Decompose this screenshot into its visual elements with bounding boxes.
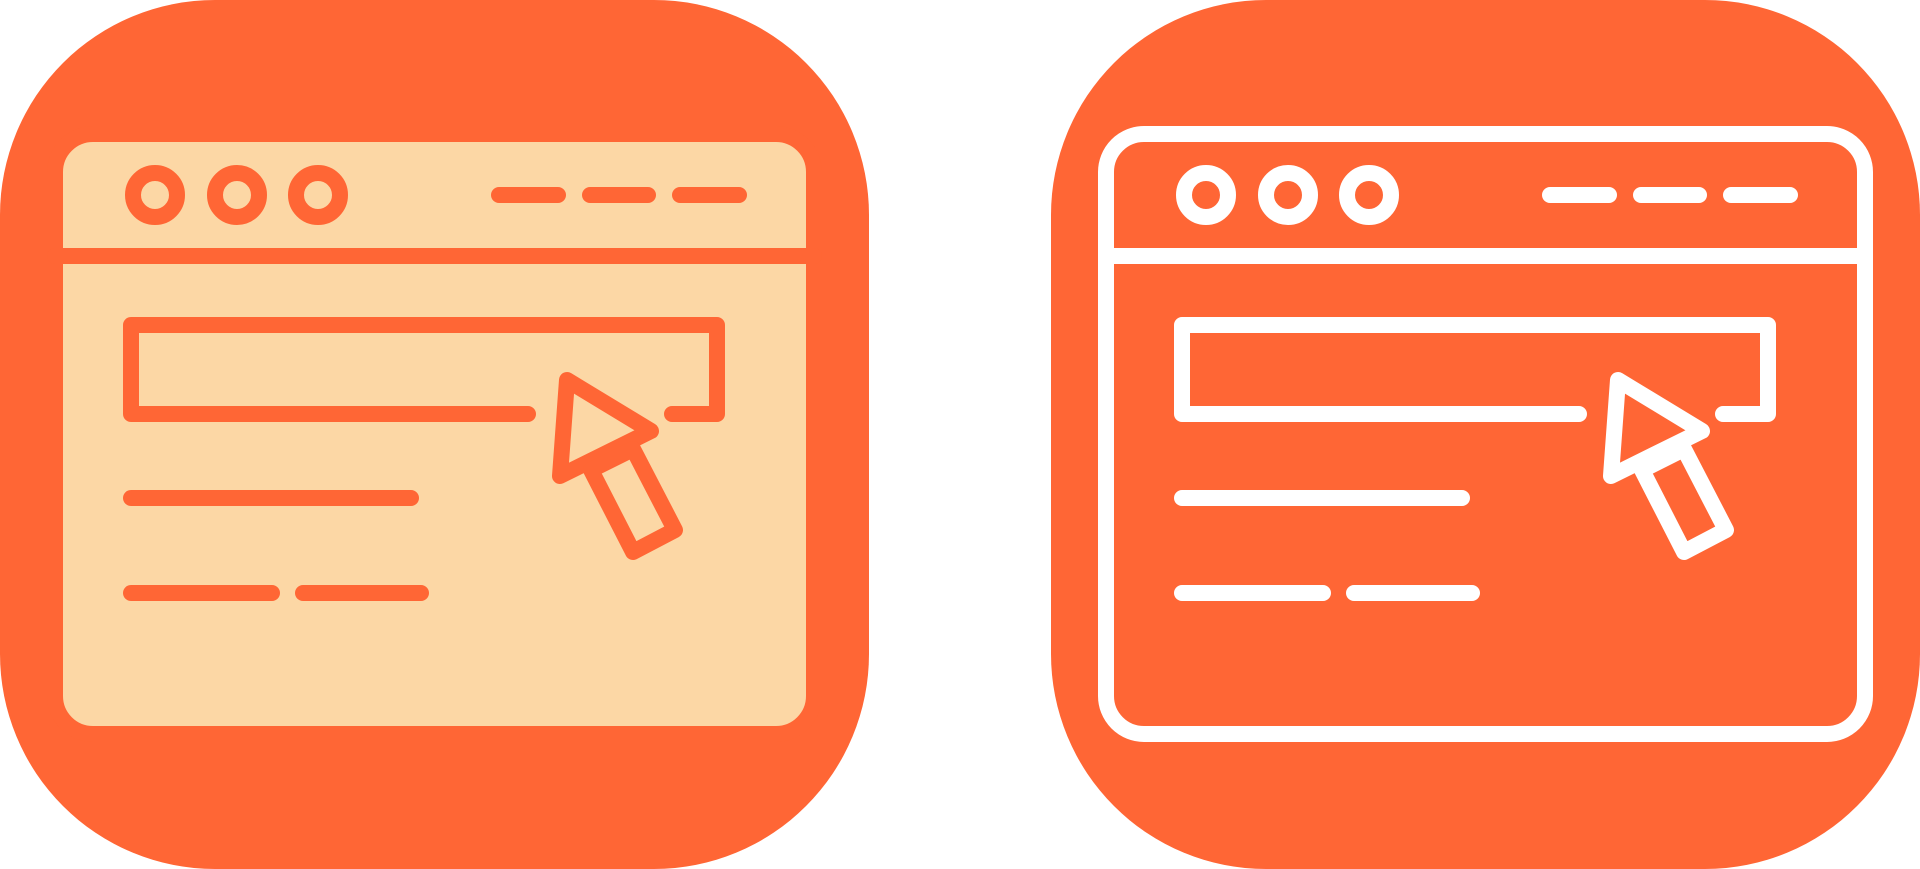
window-frame xyxy=(47,126,822,742)
icon-set xyxy=(0,0,1920,869)
browser-window-click-icon xyxy=(1051,0,1920,869)
window-frame xyxy=(1098,126,1873,742)
browser-click-icon-outline xyxy=(1051,0,1920,869)
browser-window-click-icon xyxy=(0,0,869,869)
browser-click-icon-filled xyxy=(0,0,869,869)
